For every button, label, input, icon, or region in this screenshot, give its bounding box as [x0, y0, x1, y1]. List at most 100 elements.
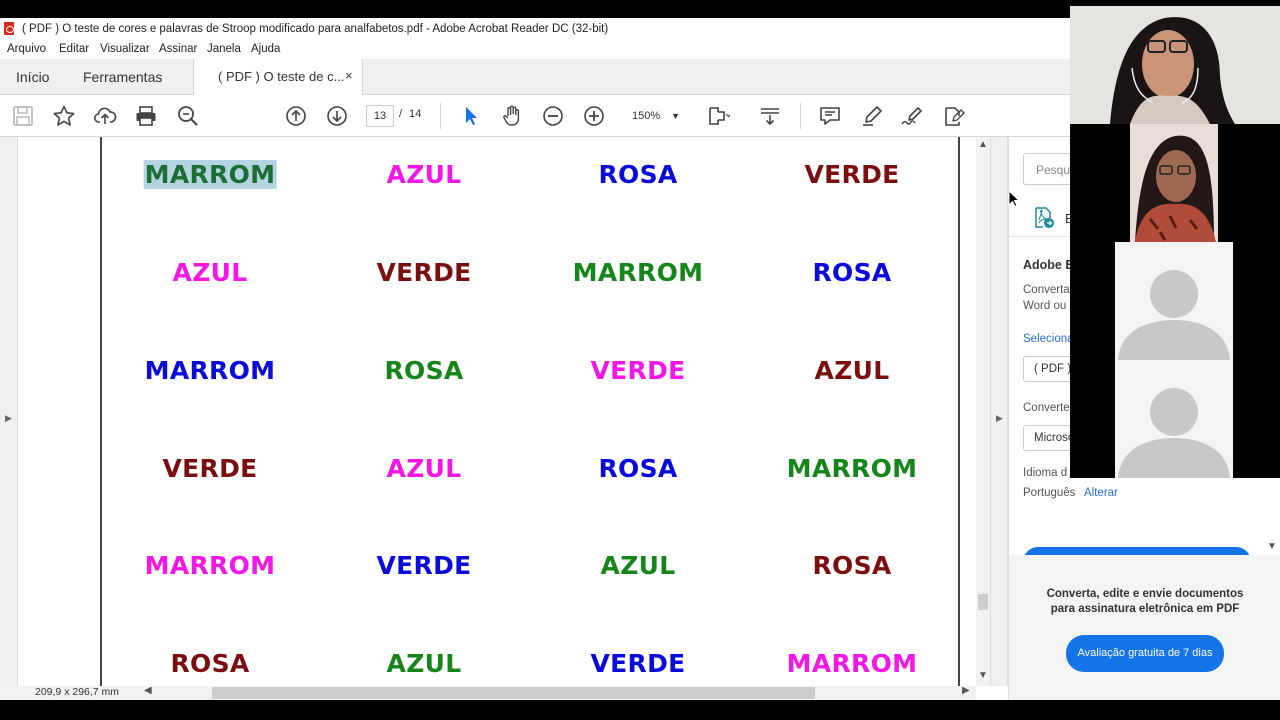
- stroop-word[interactable]: MARROM: [787, 649, 918, 678]
- highlight-icon[interactable]: [860, 104, 884, 128]
- scroll-right-icon[interactable]: ▶: [962, 685, 970, 696]
- language-label: Idioma d: [1023, 467, 1068, 479]
- stroop-word[interactable]: VERDE: [804, 160, 899, 189]
- video-tile-participant-1[interactable]: [1070, 6, 1280, 124]
- page-dimensions: 209,9 x 296,7 mm: [35, 686, 120, 698]
- video-tile-participant-3[interactable]: [1115, 242, 1233, 360]
- zoom-level-value: 150%: [632, 110, 661, 122]
- stroop-word[interactable]: VERDE: [590, 649, 685, 678]
- status-left: [0, 686, 18, 700]
- save-icon[interactable]: [11, 104, 35, 128]
- promo-line2: para assinatura eletrônica em PDF: [1050, 603, 1240, 615]
- vertical-scrollbar[interactable]: ▲ ▼: [976, 137, 990, 686]
- horizontal-scroll-thumb[interactable]: [212, 687, 815, 699]
- chevron-down-icon: ▼: [671, 111, 680, 121]
- page-up-icon[interactable]: [284, 104, 308, 128]
- stroop-word[interactable]: MARROM: [145, 356, 276, 385]
- menu-assinar[interactable]: Assinar: [159, 43, 197, 55]
- right-panel-strip[interactable]: ▶: [990, 137, 1008, 686]
- tab-tools[interactable]: Ferramentas: [83, 69, 162, 85]
- zoom-level-dropdown[interactable]: 150% ▼: [620, 105, 688, 127]
- stroop-word[interactable]: AZUL: [173, 258, 248, 287]
- menu-ajuda[interactable]: Ajuda: [251, 43, 280, 55]
- stroop-word[interactable]: ROSA: [812, 551, 891, 580]
- export-pdf-icon: [1033, 207, 1055, 229]
- language-value: Português: [1023, 487, 1076, 499]
- menu-arquivo[interactable]: Arquivo: [7, 43, 46, 55]
- menu-janela[interactable]: Janela: [207, 43, 241, 55]
- video-tile-participant-4[interactable]: [1115, 360, 1233, 478]
- pane-scroll-down-icon[interactable]: ▼: [1267, 541, 1277, 552]
- stroop-word[interactable]: ROSA: [170, 649, 249, 678]
- stroop-word[interactable]: MARROM: [145, 551, 276, 580]
- scroll-left-icon[interactable]: ◀: [144, 685, 152, 696]
- sign-icon[interactable]: [900, 104, 924, 128]
- convert-to-label: Converte: [1023, 402, 1070, 414]
- avatar-placeholder-icon: [1115, 242, 1233, 360]
- panel-description-line2: Word ou: [1023, 300, 1067, 312]
- status-bar: 209,9 x 296,7 mm ◀ ▶: [18, 685, 976, 700]
- fit-page-icon[interactable]: [706, 104, 732, 128]
- stroop-word[interactable]: MARROM: [787, 454, 918, 483]
- tab-document-label: ( PDF ) O teste de c...: [218, 69, 345, 84]
- promo-area: [1009, 555, 1280, 700]
- page-border-right: [958, 137, 960, 686]
- avatar-placeholder-icon: [1115, 360, 1233, 478]
- fill-sign-icon[interactable]: [942, 104, 966, 128]
- page-separator: /: [399, 108, 403, 120]
- select-file-link[interactable]: Seleciona: [1023, 333, 1074, 345]
- stroop-word[interactable]: AZUL: [601, 551, 676, 580]
- menu-editar[interactable]: Editar: [59, 43, 89, 55]
- zoom-in-icon[interactable]: [582, 104, 606, 128]
- stroop-word[interactable]: AZUL: [815, 356, 890, 385]
- stroop-word[interactable]: AZUL: [387, 454, 462, 483]
- stroop-word[interactable]: VERDE: [162, 454, 257, 483]
- zoom-out-icon[interactable]: [541, 104, 565, 128]
- stroop-word[interactable]: VERDE: [376, 551, 471, 580]
- vertical-scroll-thumb[interactable]: [978, 594, 988, 610]
- print-icon[interactable]: [134, 104, 158, 128]
- hand-icon[interactable]: [500, 104, 524, 128]
- scroll-mode-icon[interactable]: [758, 104, 782, 128]
- zoom-search-icon[interactable]: [176, 104, 200, 128]
- stroop-word[interactable]: MARROM: [143, 160, 277, 189]
- page-down-icon[interactable]: [325, 104, 349, 128]
- stroop-word[interactable]: ROSA: [598, 454, 677, 483]
- stroop-word[interactable]: VERDE: [590, 356, 685, 385]
- change-language-link[interactable]: Alterar: [1084, 487, 1118, 499]
- mouse-cursor-icon: [1008, 190, 1020, 208]
- menu-visualizar[interactable]: Visualizar: [100, 43, 150, 55]
- pdf-app-icon: [4, 22, 14, 35]
- promo-line1: Converta, edite e envie documentos: [1046, 588, 1244, 600]
- panel-heading: Adobe E: [1023, 258, 1074, 272]
- video-tile-participant-2[interactable]: [1130, 124, 1218, 242]
- scroll-down-icon[interactable]: ▼: [978, 670, 988, 681]
- toolbar-separator: [440, 103, 441, 129]
- left-panel-strip[interactable]: ▶: [0, 137, 18, 686]
- stroop-word[interactable]: ROSA: [598, 160, 677, 189]
- close-tab-icon[interactable]: ×: [345, 68, 353, 83]
- select-cursor-icon[interactable]: [459, 104, 483, 128]
- free-trial-button[interactable]: Avaliação gratuita de 7 dias: [1066, 635, 1224, 672]
- comment-icon[interactable]: [818, 104, 842, 128]
- document-view[interactable]: [18, 137, 976, 686]
- toolbar-separator: [800, 103, 801, 129]
- stroop-word[interactable]: AZUL: [387, 649, 462, 678]
- tab-document[interactable]: ( PDF ) O teste de c... ×: [193, 59, 363, 95]
- stroop-word[interactable]: MARROM: [573, 258, 704, 287]
- page-total: 14: [409, 108, 422, 120]
- upload-icon[interactable]: [93, 104, 117, 128]
- window-title: ( PDF ) O teste de cores e palavras de S…: [22, 23, 609, 35]
- page-number-input[interactable]: 13: [366, 105, 394, 127]
- stroop-word[interactable]: ROSA: [384, 356, 463, 385]
- tab-home[interactable]: Início: [16, 69, 49, 85]
- collapse-right-panel-icon[interactable]: ▶: [996, 413, 1003, 424]
- stroop-word[interactable]: ROSA: [812, 258, 891, 287]
- star-icon[interactable]: [52, 104, 76, 128]
- acrobat-window: ( PDF ) O teste de cores e palavras de S…: [0, 0, 1280, 720]
- expand-left-panel-icon[interactable]: ▶: [5, 413, 12, 424]
- scroll-up-icon[interactable]: ▲: [978, 139, 988, 150]
- stroop-word[interactable]: AZUL: [387, 160, 462, 189]
- stroop-word[interactable]: VERDE: [376, 258, 471, 287]
- bottom-black-bar: [0, 700, 1280, 720]
